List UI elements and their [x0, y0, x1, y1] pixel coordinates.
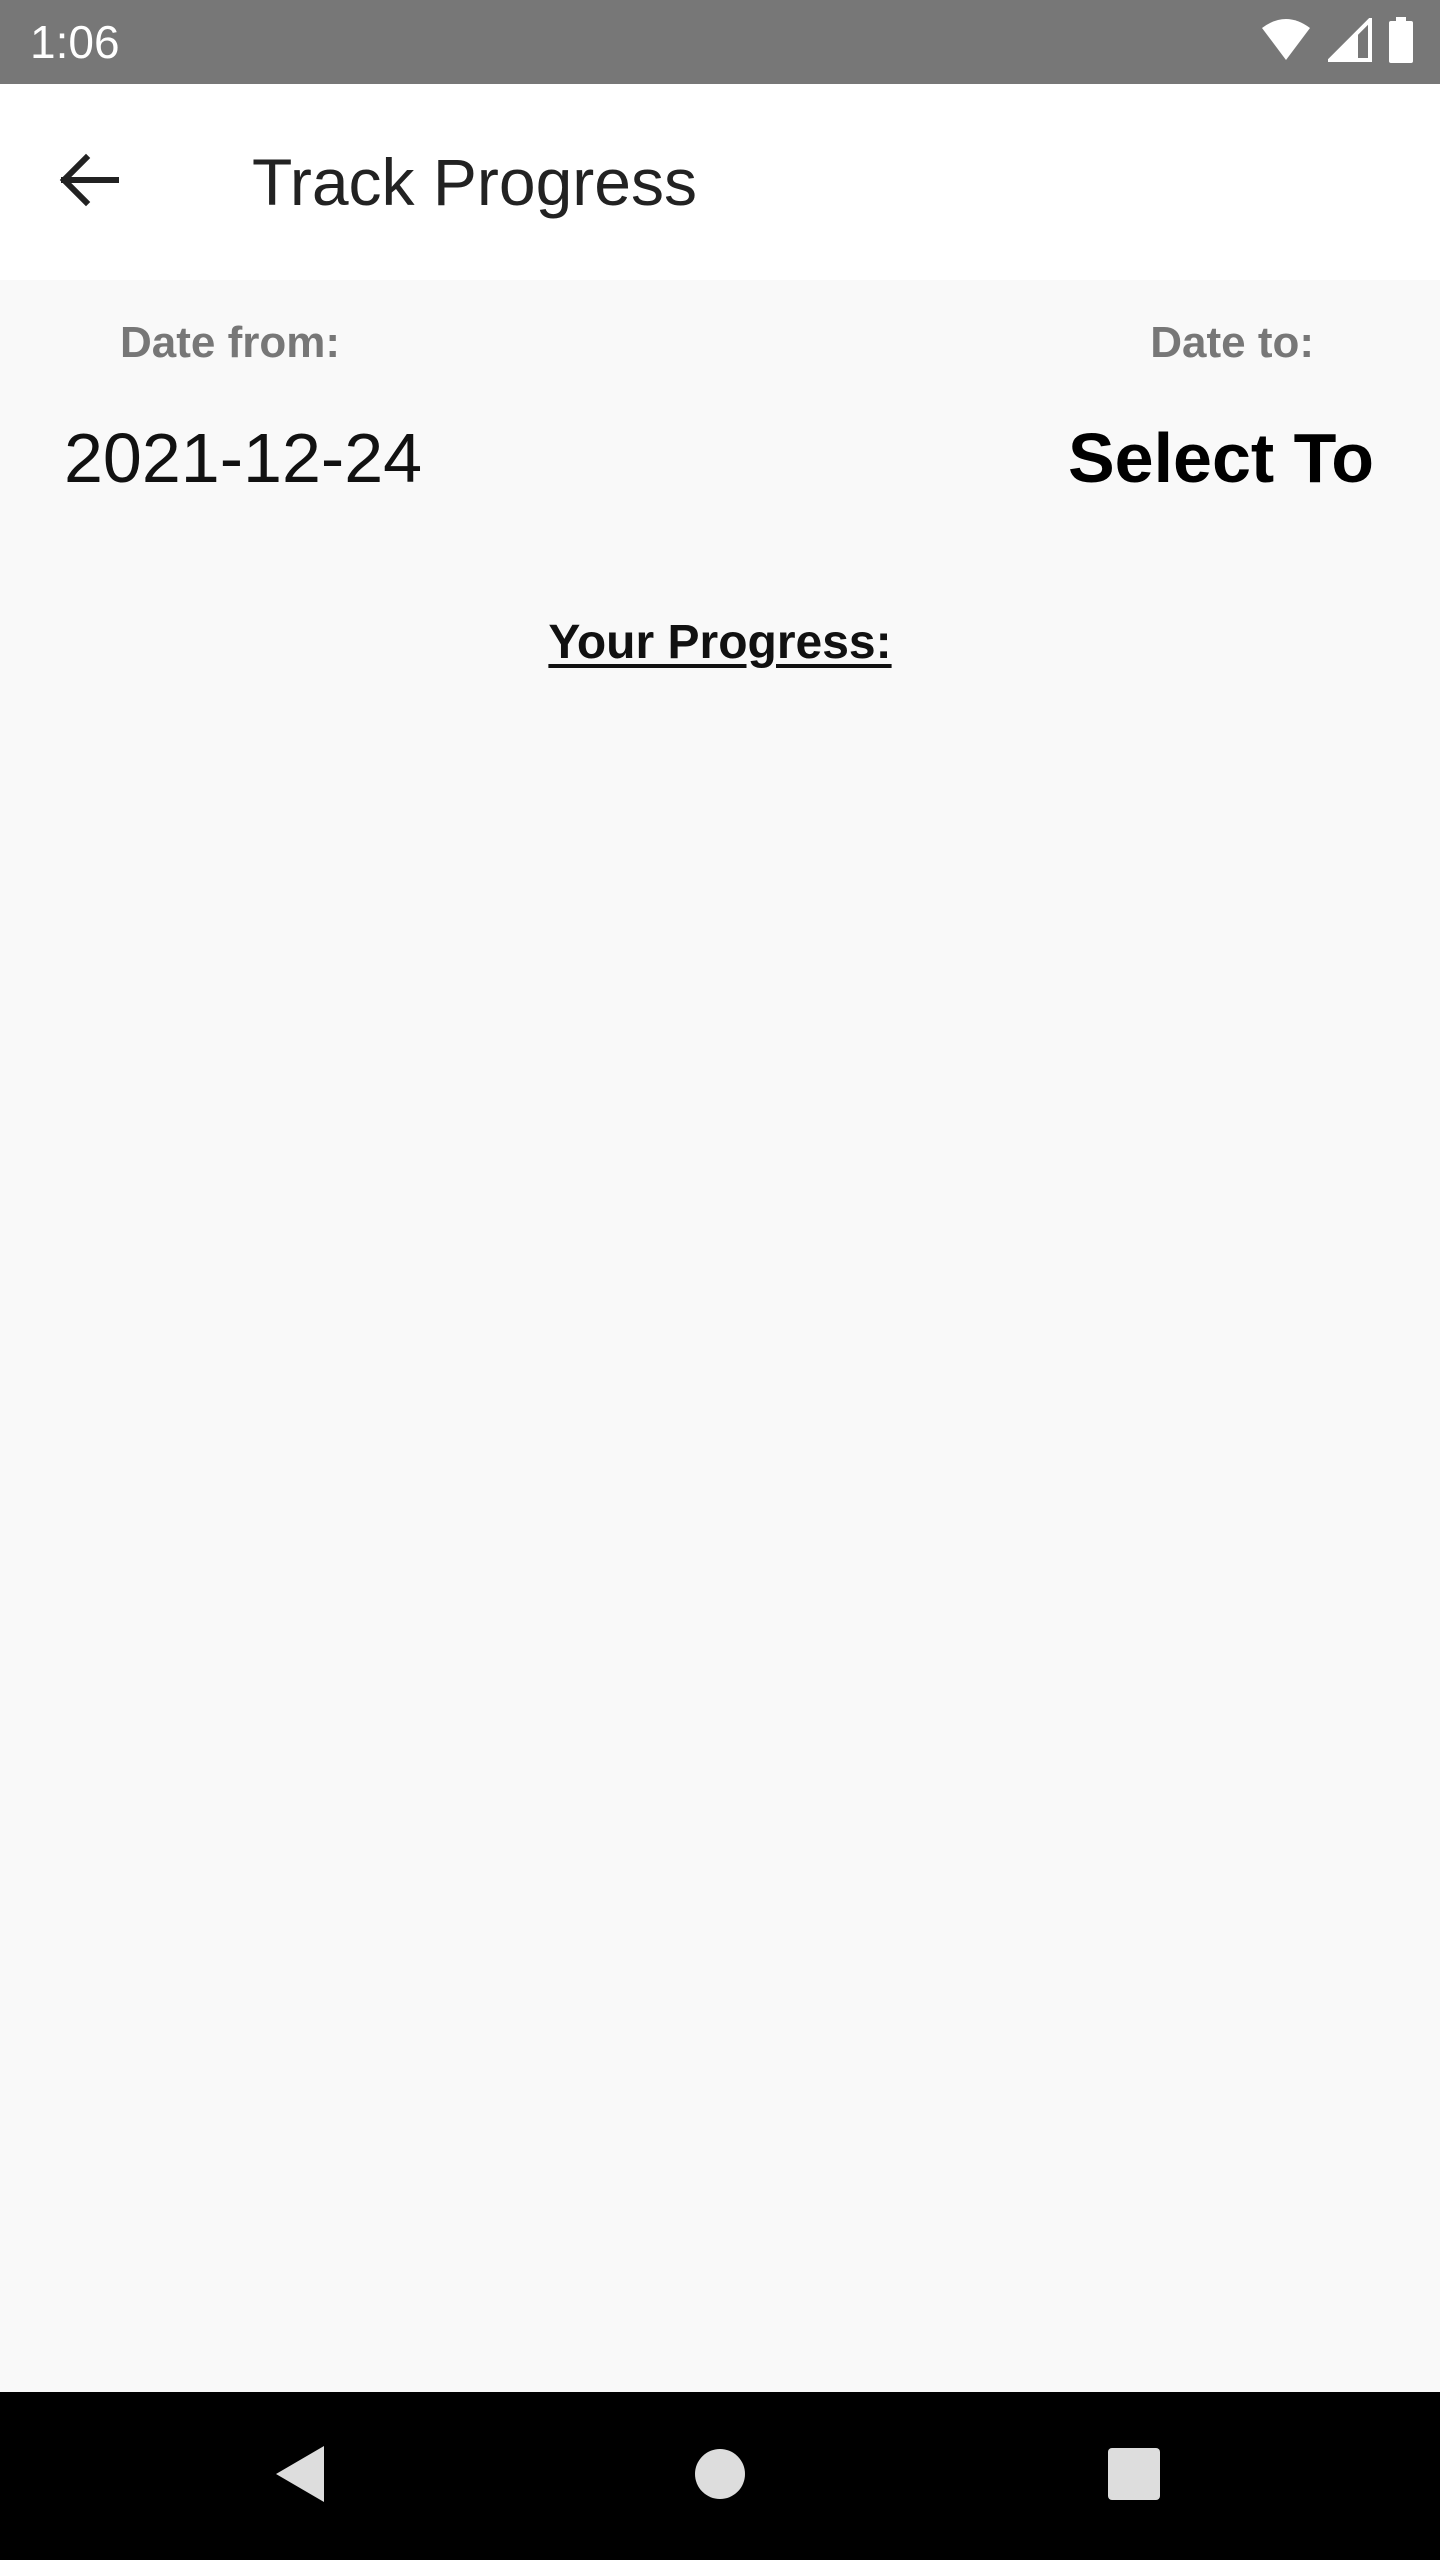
battery-icon [1388, 16, 1414, 68]
progress-heading: Your Progress: [0, 614, 1440, 672]
nav-home-button[interactable] [670, 2426, 770, 2526]
date-to-label: Date to: [1150, 318, 1314, 367]
status-bar: 1:06 [0, 0, 1440, 84]
page-title: Track Progress [252, 145, 697, 219]
status-icons [1260, 14, 1414, 68]
nav-home-icon [693, 2447, 747, 2506]
arrow-back-icon [56, 152, 120, 213]
nav-back-button[interactable] [250, 2426, 350, 2526]
date-from-label: Date from: [120, 318, 341, 367]
back-button[interactable] [48, 142, 128, 222]
nav-recents-icon [1107, 2447, 1161, 2506]
nav-back-icon [270, 2442, 330, 2511]
navigation-bar [0, 2392, 1440, 2560]
date-from-picker[interactable]: 2021-12-24 [64, 418, 422, 498]
nav-recents-button[interactable] [1084, 2426, 1184, 2526]
date-to-picker[interactable]: Select To [1068, 418, 1374, 498]
status-time: 1:06 [30, 16, 120, 68]
progress-area [0, 700, 1440, 2390]
app-bar: Track Progress [0, 84, 1440, 280]
wifi-icon [1260, 18, 1312, 67]
cell-signal-icon [1325, 14, 1372, 67]
progress-heading-text: Your Progress: [548, 616, 892, 669]
